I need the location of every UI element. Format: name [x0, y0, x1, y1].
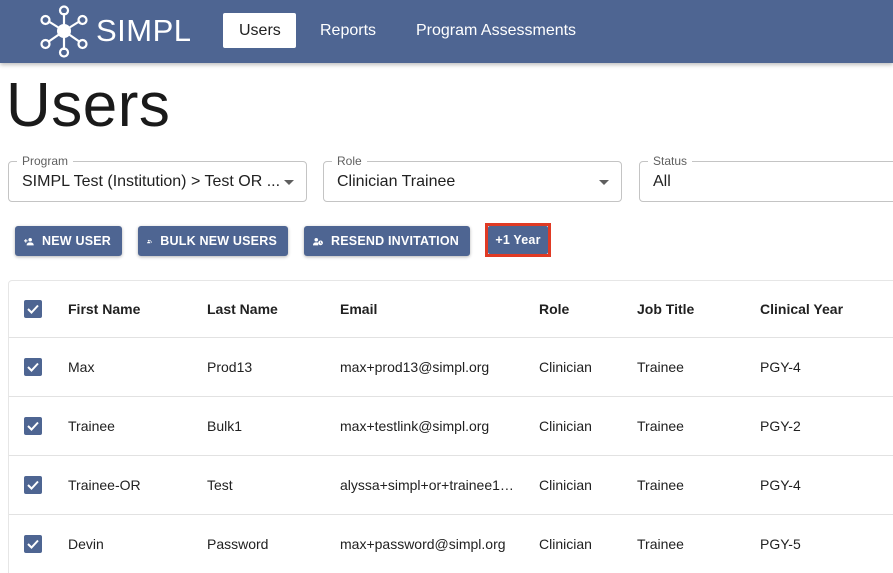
cell-role: Clinician: [539, 477, 592, 493]
role-select[interactable]: Role Clinician Trainee: [323, 154, 622, 202]
table-row[interactable]: Max Prod13 max+prod13@simpl.org Clinicia…: [9, 338, 893, 397]
resend-invitation-button[interactable]: RESEND INVITATION: [304, 226, 470, 256]
page-title: Users: [6, 71, 171, 140]
cell-job-title: Trainee: [637, 418, 684, 434]
column-header-role[interactable]: Role: [539, 281, 569, 337]
column-header-email[interactable]: Email: [340, 281, 377, 337]
select-all-checkbox[interactable]: [24, 281, 42, 337]
column-header-last-name[interactable]: Last Name: [207, 281, 278, 337]
program-select-label: Program: [17, 154, 74, 168]
row-checkbox[interactable]: [24, 515, 42, 573]
plus-one-year-button[interactable]: +1 Year: [488, 226, 548, 254]
cell-email: max+testlink@simpl.org: [340, 418, 490, 434]
cell-clinical-year: PGY-2: [760, 418, 801, 434]
cell-first-name: Trainee: [68, 418, 115, 434]
column-header-job-title[interactable]: Job Title: [637, 281, 694, 337]
group-add-icon: [147, 239, 153, 243]
cell-last-name: Password: [207, 536, 269, 552]
cell-last-name: Prod13: [207, 359, 253, 375]
resend-invitation-label: RESEND INVITATION: [331, 234, 459, 248]
cell-job-title: Trainee: [637, 477, 684, 493]
cell-email: max+password@simpl.org: [340, 536, 506, 552]
status-select-value: All: [653, 173, 671, 190]
cell-role: Clinician: [539, 359, 592, 375]
bulk-new-users-button[interactable]: BULK NEW USERS: [138, 226, 288, 256]
row-checkbox[interactable]: [24, 338, 42, 396]
nav-tab-program-assessments[interactable]: Program Assessments: [400, 13, 592, 48]
cell-job-title: Trainee: [637, 359, 684, 375]
bulk-new-users-label: BULK NEW USERS: [160, 234, 277, 248]
row-checkbox[interactable]: [24, 456, 42, 514]
table-header-row: First Name Last Name Email Role Job Titl…: [9, 281, 893, 338]
cell-clinical-year: PGY-4: [760, 359, 801, 375]
users-table: First Name Last Name Email Role Job Titl…: [8, 280, 893, 573]
brand-name: SIMPL: [96, 13, 192, 48]
dropdown-arrow-icon[interactable]: [599, 180, 609, 185]
cell-email: max+prod13@simpl.org: [340, 359, 490, 375]
column-header-clinical-year[interactable]: Clinical Year: [760, 281, 843, 337]
program-select[interactable]: Program SIMPL Test (Institution) > Test …: [8, 154, 307, 202]
status-select[interactable]: Status All: [639, 154, 893, 202]
nav-tab-users[interactable]: Users: [223, 13, 296, 48]
top-nav-bar: SIMPL Users Reports Program Assessments: [0, 0, 893, 63]
person-add-icon: [24, 237, 34, 245]
new-user-button[interactable]: NEW USER: [15, 226, 122, 256]
simpl-logo-icon[interactable]: [38, 4, 90, 58]
cell-last-name: Bulk1: [207, 418, 243, 434]
person-clock-icon: [313, 237, 323, 245]
role-select-value: Clinician Trainee: [337, 173, 456, 190]
checkbox-checked-icon[interactable]: [24, 535, 42, 553]
column-header-first-name[interactable]: First Name: [68, 281, 140, 337]
checkbox-checked-icon[interactable]: [24, 358, 42, 376]
checkbox-checked-icon[interactable]: [24, 476, 42, 494]
table-row[interactable]: Trainee Bulk1 max+testlink@simpl.org Cli…: [9, 397, 893, 456]
cell-role: Clinician: [539, 418, 592, 434]
cell-clinical-year: PGY-5: [760, 536, 801, 552]
cell-clinical-year: PGY-4: [760, 477, 801, 493]
cell-last-name: Test: [207, 477, 233, 493]
dropdown-arrow-icon[interactable]: [284, 180, 294, 185]
nav-tab-reports[interactable]: Reports: [304, 13, 392, 48]
checkbox-checked-icon[interactable]: [24, 300, 42, 318]
cell-first-name: Devin: [68, 536, 104, 552]
table-row[interactable]: Trainee-OR Test alyssa+simpl+or+trainee1…: [9, 456, 893, 515]
cell-job-title: Trainee: [637, 536, 684, 552]
cell-email: alyssa+simpl+or+trainee1…: [340, 477, 514, 493]
cell-role: Clinician: [539, 536, 592, 552]
row-checkbox[interactable]: [24, 397, 42, 455]
cell-first-name: Trainee-OR: [68, 477, 141, 493]
new-user-label: NEW USER: [42, 234, 111, 248]
role-select-label: Role: [332, 154, 367, 168]
checkbox-checked-icon[interactable]: [24, 417, 42, 435]
cell-first-name: Max: [68, 359, 95, 375]
table-row[interactable]: Devin Password max+password@simpl.org Cl…: [9, 515, 893, 573]
status-select-label: Status: [648, 154, 693, 168]
program-select-value: SIMPL Test (Institution) > Test OR ...: [22, 173, 281, 190]
